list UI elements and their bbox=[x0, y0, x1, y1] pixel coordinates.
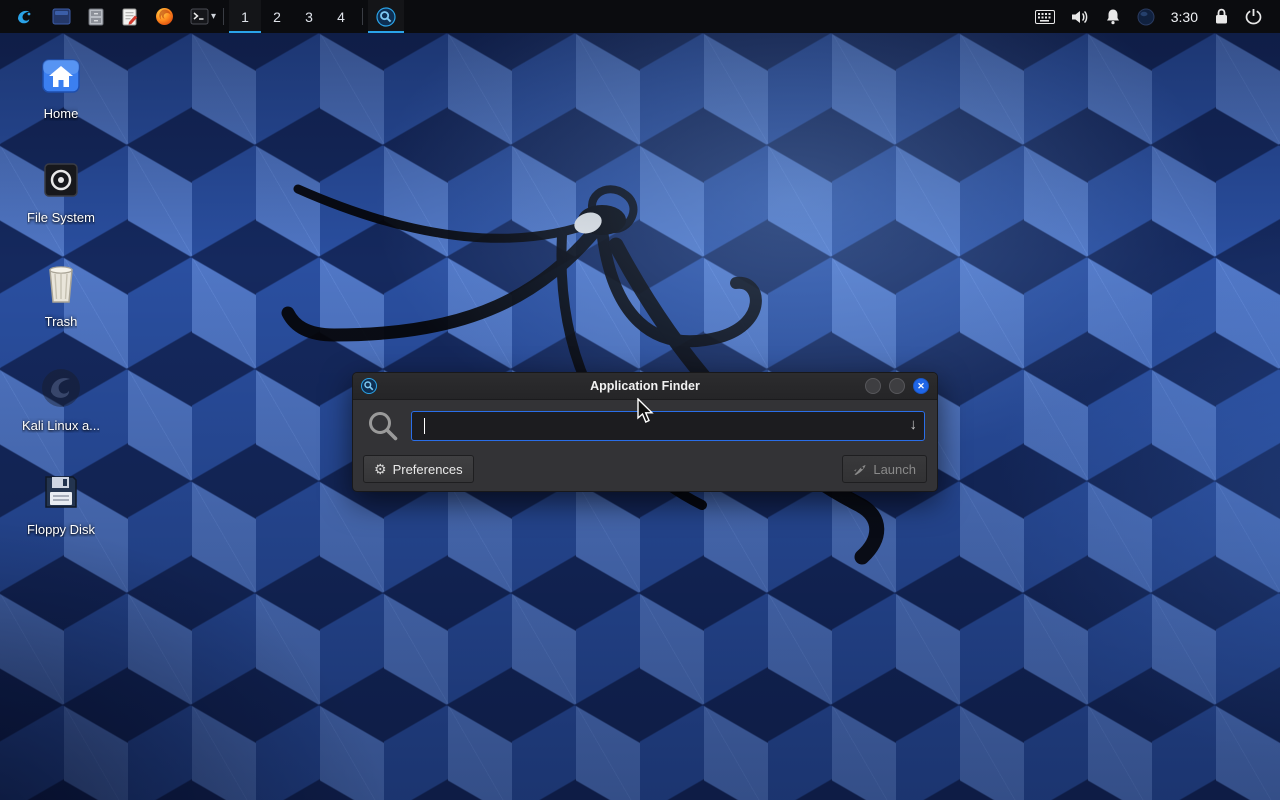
titlebar-buttons: ✕ bbox=[865, 378, 929, 394]
button-row: ⚙ Preferences Launch bbox=[363, 455, 927, 483]
file-system-icon bbox=[40, 154, 82, 206]
taskbar-application-finder-button[interactable] bbox=[368, 0, 404, 33]
keyboard-layout-icon[interactable] bbox=[1027, 0, 1063, 33]
minimize-button[interactable] bbox=[865, 378, 881, 394]
desktop-icon-home[interactable]: Home bbox=[6, 50, 116, 154]
mouse-cursor bbox=[636, 398, 658, 424]
notifications-bell-icon[interactable] bbox=[1097, 0, 1129, 33]
trash-icon bbox=[41, 258, 81, 310]
window-icon bbox=[361, 378, 377, 394]
logout-icon[interactable] bbox=[1237, 0, 1270, 33]
panel-tray: 3:30 bbox=[1027, 0, 1280, 33]
tray-status-icon[interactable] bbox=[1129, 0, 1163, 33]
desktop-icon-label: Trash bbox=[45, 314, 78, 329]
desktop-icon-trash[interactable]: Trash bbox=[6, 258, 116, 362]
preferences-label: Preferences bbox=[393, 462, 463, 477]
panel-separator bbox=[362, 8, 363, 25]
desktop-icon-file-system[interactable]: File System bbox=[6, 154, 116, 258]
text-caret bbox=[424, 418, 425, 434]
close-icon: ✕ bbox=[917, 382, 925, 391]
search-input-wrap: ↓ bbox=[411, 411, 925, 441]
volume-icon[interactable] bbox=[1063, 0, 1097, 33]
workspace-2-button[interactable]: 2 bbox=[261, 0, 293, 33]
window-title: Application Finder bbox=[353, 379, 937, 393]
home-icon bbox=[39, 50, 83, 102]
application-finder-window: Application Finder ✕ ↓ ⚙ Preferences bbox=[352, 372, 938, 492]
panel-clock[interactable]: 3:30 bbox=[1163, 0, 1206, 33]
desktop-icon-floppy-disk[interactable]: Floppy Disk bbox=[6, 466, 116, 570]
panel-separator bbox=[223, 8, 224, 25]
workspace-1-button[interactable]: 1 bbox=[229, 0, 261, 33]
top-panel: ▾ 1 2 3 4 bbox=[0, 0, 1280, 33]
desktop-icon-label: Floppy Disk bbox=[27, 522, 95, 537]
file-cabinet-icon[interactable] bbox=[79, 0, 113, 33]
file-manager-icon[interactable] bbox=[44, 0, 79, 33]
terminal-dropdown-chevron-icon[interactable]: ▾ bbox=[211, 0, 218, 33]
search-icon bbox=[365, 408, 401, 444]
kali-menu-icon[interactable] bbox=[6, 0, 44, 33]
launch-button[interactable]: Launch bbox=[842, 455, 927, 483]
desktop-icon-column: Home File System Trash bbox=[6, 50, 116, 570]
search-input[interactable] bbox=[411, 411, 925, 441]
firefox-icon[interactable] bbox=[147, 0, 182, 33]
terminal-icon[interactable] bbox=[182, 0, 211, 33]
launch-rocket-icon bbox=[853, 462, 867, 476]
desktop-icon-label: Kali Linux a... bbox=[22, 418, 100, 433]
floppy-disk-icon bbox=[40, 466, 82, 518]
launch-label: Launch bbox=[873, 462, 916, 477]
titlebar[interactable]: Application Finder ✕ bbox=[353, 373, 937, 400]
kali-docs-icon bbox=[39, 362, 83, 414]
workspace-4-button[interactable]: 4 bbox=[325, 0, 357, 33]
workspace-3-button[interactable]: 3 bbox=[293, 0, 325, 33]
panel-left: ▾ 1 2 3 4 bbox=[0, 0, 404, 33]
desktop-icon-label: File System bbox=[27, 210, 95, 225]
preferences-button[interactable]: ⚙ Preferences bbox=[363, 455, 474, 483]
desktop-icon-label: Home bbox=[44, 106, 79, 121]
lock-icon[interactable] bbox=[1206, 0, 1237, 33]
close-button[interactable]: ✕ bbox=[913, 378, 929, 394]
desktop-icon-kali-docs[interactable]: Kali Linux a... bbox=[6, 362, 116, 466]
maximize-button[interactable] bbox=[889, 378, 905, 394]
dropdown-arrow-icon[interactable]: ↓ bbox=[910, 416, 918, 433]
gear-icon: ⚙ bbox=[374, 462, 387, 476]
text-editor-icon[interactable] bbox=[113, 0, 147, 33]
panel-spacer bbox=[404, 0, 1027, 33]
